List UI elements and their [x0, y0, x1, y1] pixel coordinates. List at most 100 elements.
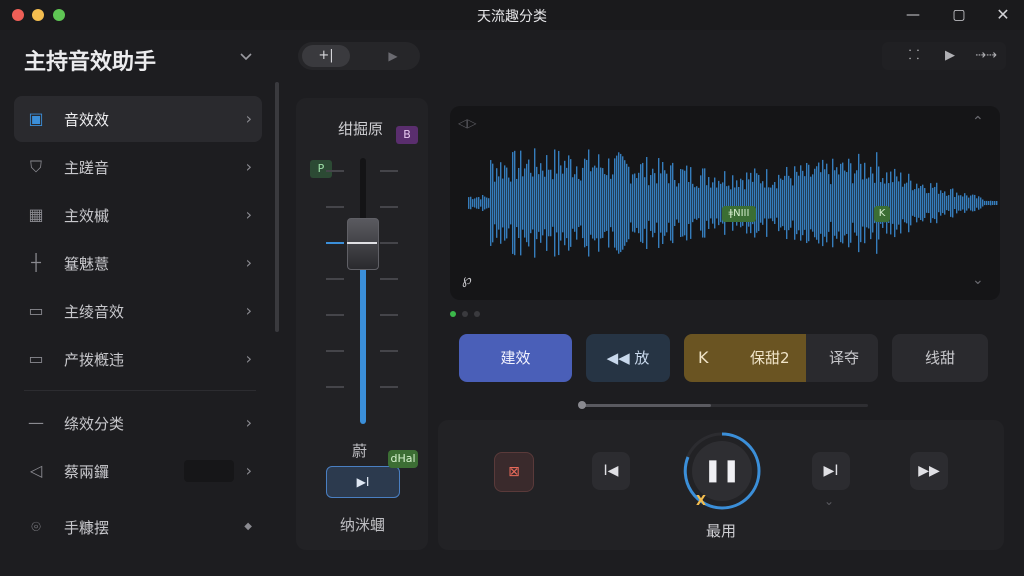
waveform-marker[interactable]: K — [874, 206, 890, 222]
waveform-bar — [908, 173, 910, 233]
waveform-bar — [644, 177, 646, 229]
fader-knob[interactable] — [347, 218, 379, 270]
waveform-bar — [512, 152, 514, 254]
page-dot[interactable] — [462, 311, 468, 317]
waveform-bar — [606, 175, 608, 231]
chevron-down-icon[interactable] — [238, 48, 254, 64]
previous-icon[interactable]: I◀ — [592, 452, 630, 490]
fader-tick — [380, 206, 398, 208]
waveform-bar — [634, 173, 636, 233]
waveform-bar — [934, 186, 936, 220]
progress-knob[interactable] — [578, 401, 586, 409]
waveform-bar — [974, 194, 976, 212]
sidebar-item-1[interactable]: ⛉ 主蹉音 › — [14, 144, 262, 190]
effect-primary-button[interactable]: 建效 — [459, 334, 572, 382]
fast-forward-icon[interactable]: ▶▶ — [910, 452, 948, 490]
waveform-bar — [694, 187, 696, 219]
waveform-bar — [540, 163, 542, 243]
waveform-bar — [700, 175, 702, 231]
close-icon[interactable]: ✕ — [992, 5, 1014, 25]
waveform-bar — [494, 181, 496, 225]
fader-tick — [326, 170, 344, 172]
effect-last-button[interactable]: 线甜 — [892, 334, 988, 382]
waveform-bar — [896, 176, 898, 230]
waveform-marker[interactable]: ǂNIII — [722, 206, 756, 222]
effect-group-button[interactable]: K 保甜2 — [684, 334, 806, 382]
page-dot[interactable] — [474, 311, 480, 317]
waveform-bar — [774, 182, 776, 224]
fader-tick — [380, 350, 398, 352]
segment-play-icon[interactable]: ▶ — [382, 45, 404, 67]
waveform-bar — [620, 153, 622, 253]
waveform-bar — [938, 193, 940, 213]
waveform-bar — [542, 170, 544, 236]
sidebar-item-5[interactable]: ▭ 产拨槪违 › — [14, 336, 262, 382]
waveform-bar — [630, 183, 632, 223]
waveform-bar — [898, 181, 900, 225]
sidebar-item-label: 蔡兩鑼 — [64, 463, 110, 481]
minimize-icon[interactable]: — — [902, 5, 924, 25]
waveform-bar — [578, 178, 580, 228]
mode-segmented-control[interactable]: +| ▶ — [298, 42, 420, 70]
sidebar-item-7[interactable]: ◁ 蔡兩鑼 › — [14, 448, 262, 494]
mixer-play-button[interactable]: ▶I — [326, 466, 400, 498]
waveform-bar — [632, 174, 634, 232]
waveform-bar — [856, 170, 858, 236]
waveform-bar — [862, 179, 864, 227]
waveform-bar — [552, 179, 554, 227]
waveform-bar — [946, 195, 948, 211]
waveform-bar — [972, 194, 974, 212]
waveform-bar — [562, 173, 564, 233]
play-icon[interactable]: ▶ — [938, 46, 962, 66]
waveform-bar — [808, 164, 810, 242]
waveform-bar — [502, 178, 504, 228]
waveform-bar — [766, 169, 768, 237]
waveform-bar — [534, 148, 536, 258]
waveform-bar — [936, 182, 938, 224]
maximize-icon[interactable]: ▢ — [948, 5, 970, 25]
waveform-bar — [762, 181, 764, 225]
effect-group-right-button[interactable]: 译夺 — [814, 334, 874, 382]
record-icon[interactable]: ⊠ — [494, 452, 534, 492]
waveform-bar — [652, 168, 654, 238]
waveform-bar — [780, 178, 782, 228]
waveform-bar — [544, 176, 546, 230]
waveform-bar — [508, 177, 510, 229]
waveform-bar — [878, 166, 880, 240]
sidebar-item-2[interactable]: ▦ 主效槭 › — [14, 192, 262, 238]
waveform-panel[interactable]: ◁▷ ⌃ ⌄ ℘ ǂNIII K — [450, 106, 1000, 300]
waveform-bar — [950, 189, 952, 217]
chevron-down-icon[interactable]: ⌄ — [972, 272, 984, 288]
waveform-bar — [608, 158, 610, 248]
waveform-bar — [676, 186, 678, 220]
waveform-bar — [616, 155, 618, 251]
waveform-bar — [524, 168, 526, 238]
segment-add[interactable]: +| — [302, 45, 350, 67]
sidebar-pill — [184, 460, 234, 482]
sidebar-item-3[interactable]: ┼ 簊魅薏 › — [14, 240, 262, 286]
sidebar-item-6[interactable]: — 绦效分类 › — [14, 400, 262, 446]
page-dot-active[interactable] — [450, 311, 456, 317]
chevron-right-icon: › — [245, 253, 252, 272]
waveform-bar — [560, 165, 562, 241]
chevron-up-icon[interactable]: ⌃ — [972, 114, 984, 130]
waveform-bar — [764, 187, 766, 219]
grid-icon[interactable]: ⸬ — [902, 46, 926, 66]
sidebar-scrollbar[interactable] — [275, 82, 279, 332]
sidebar-item-4[interactable]: ▭ 主绫音效 › — [14, 288, 262, 334]
waveform-bar — [990, 200, 992, 206]
forward-icon[interactable]: ⇢⇢ — [974, 46, 998, 66]
audio-cube-icon: ▣ — [28, 109, 44, 128]
waveform-bar — [784, 175, 786, 231]
sidebar-item-0[interactable]: ▣ 音效效 › — [14, 96, 262, 142]
rewind-button[interactable]: ◀◀ 放 — [586, 334, 670, 382]
pause-button[interactable]: ❚❚ — [692, 441, 752, 501]
sidebar-item-8[interactable]: ⌾ 手糠摆 ◆ — [14, 504, 262, 550]
waveform-bar — [658, 158, 660, 248]
waveform-bar — [928, 192, 930, 214]
chevron-down-icon[interactable]: ⌄ — [824, 494, 834, 508]
waveform-bar — [598, 154, 600, 252]
fader-level-fill — [360, 266, 366, 424]
next-icon[interactable]: ▶I — [812, 452, 850, 490]
fader-tick — [380, 386, 398, 388]
